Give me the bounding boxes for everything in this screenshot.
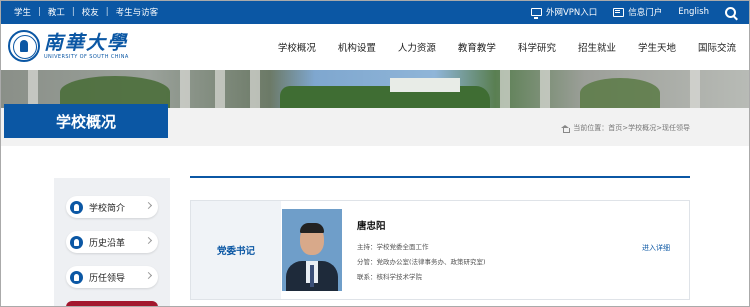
sidebar-item-intro[interactable]: 学校简介 [66, 196, 158, 218]
chevron-right-icon [144, 236, 153, 245]
portal-icon [613, 7, 625, 17]
nav-item-education[interactable]: 教育教学 [458, 40, 496, 54]
sidebar-item-history[interactable]: 历史沿革 [66, 231, 158, 253]
breadcrumb-text[interactable]: 当前位置：首页>学校概况>现任领导 [573, 123, 690, 133]
leader-duty-main: 主持：学校党委全面工作 [357, 243, 429, 251]
logo-chinese-name: 南華大學 [44, 31, 129, 54]
audience-links: 学生 | 教工 | 校友 | 考生与访客 [14, 0, 158, 24]
top-utility-bar: 学生 | 教工 | 校友 | 考生与访客 外网VPN入口 信息门户 Englis… [0, 0, 750, 24]
leader-photo [282, 209, 342, 291]
link-visitors[interactable]: 考生与访客 [116, 6, 159, 18]
english-label: English [678, 7, 709, 17]
sidebar-item-label: 学校简介 [89, 203, 126, 214]
leader-duty-supervise: 分管：党政办公室(法律事务办、政策研究室) [357, 258, 486, 266]
school-emblem-icon [70, 270, 83, 284]
leader-name: 唐忠阳 [357, 221, 386, 232]
nav-item-organization[interactable]: 机构设置 [338, 40, 376, 54]
nav-item-students[interactable]: 学生天地 [638, 40, 676, 54]
portal-label: 信息门户 [628, 8, 663, 18]
portal-link[interactable]: 信息门户 [613, 6, 662, 18]
site-header: 南華大學 UNIVERSITY OF SOUTH CHINA 学校概况 机构设置… [0, 24, 750, 70]
link-staff[interactable]: 教工 [48, 6, 65, 18]
chevron-right-icon [144, 201, 153, 210]
sidebar-item-past-leaders[interactable]: 历任领导 [66, 266, 158, 288]
vpn-link[interactable]: 外网VPN入口 [530, 6, 598, 19]
nav-item-research[interactable]: 科学研究 [518, 40, 556, 54]
sidebar: 学校简介 历史沿革 历任领导 [54, 178, 170, 307]
sidebar-item-active[interactable] [66, 301, 158, 307]
nav-item-overview[interactable]: 学校概况 [278, 40, 316, 54]
nav-item-international[interactable]: 国际交流 [698, 40, 736, 54]
breadcrumb: 当前位置：首页>学校概况>现任领导 [561, 123, 690, 133]
separator: | [71, 7, 75, 17]
nav-item-admissions[interactable]: 招生就业 [578, 40, 616, 54]
chevron-right-icon [144, 271, 153, 280]
section-title: 学校概况 [4, 104, 168, 138]
campus-banner-image [0, 70, 750, 108]
home-icon [561, 124, 570, 133]
university-logo[interactable]: 南華大學 UNIVERSITY OF SOUTH CHINA [8, 30, 129, 62]
sidebar-item-label: 历任领导 [89, 273, 126, 284]
monitor-icon [530, 8, 542, 19]
nav-item-hr[interactable]: 人力资源 [398, 40, 436, 54]
english-link[interactable]: English [678, 7, 709, 17]
main-nav: 学校概况 机构设置 人力资源 教育教学 科学研究 招生就业 学生天地 国际交流 [256, 24, 736, 70]
seal-icon [8, 30, 40, 62]
link-alumni[interactable]: 校友 [82, 6, 99, 18]
link-students[interactable]: 学生 [14, 6, 31, 18]
separator: | [38, 7, 41, 17]
school-emblem-icon [70, 200, 83, 214]
leader-role: 党委书记 [191, 201, 281, 299]
separator: | [105, 7, 109, 17]
logo-english-name: UNIVERSITY OF SOUTH CHINA [44, 53, 129, 60]
content-divider [190, 176, 690, 178]
leader-duty-contact: 联系：核科学技术学院 [357, 273, 422, 281]
utility-links: 外网VPN入口 信息门户 English [515, 0, 736, 24]
sidebar-item-label: 历史沿革 [89, 238, 126, 249]
leader-card: 党委书记 唐忠阳 主持：学校党委全面工作 分管：党政办公室(法律事务办、政策研究… [190, 200, 690, 300]
school-emblem-icon [70, 235, 83, 249]
vpn-label: 外网VPN入口 [545, 8, 598, 18]
search-icon[interactable] [725, 6, 736, 18]
view-details-link[interactable]: 进入详细 [642, 243, 670, 253]
